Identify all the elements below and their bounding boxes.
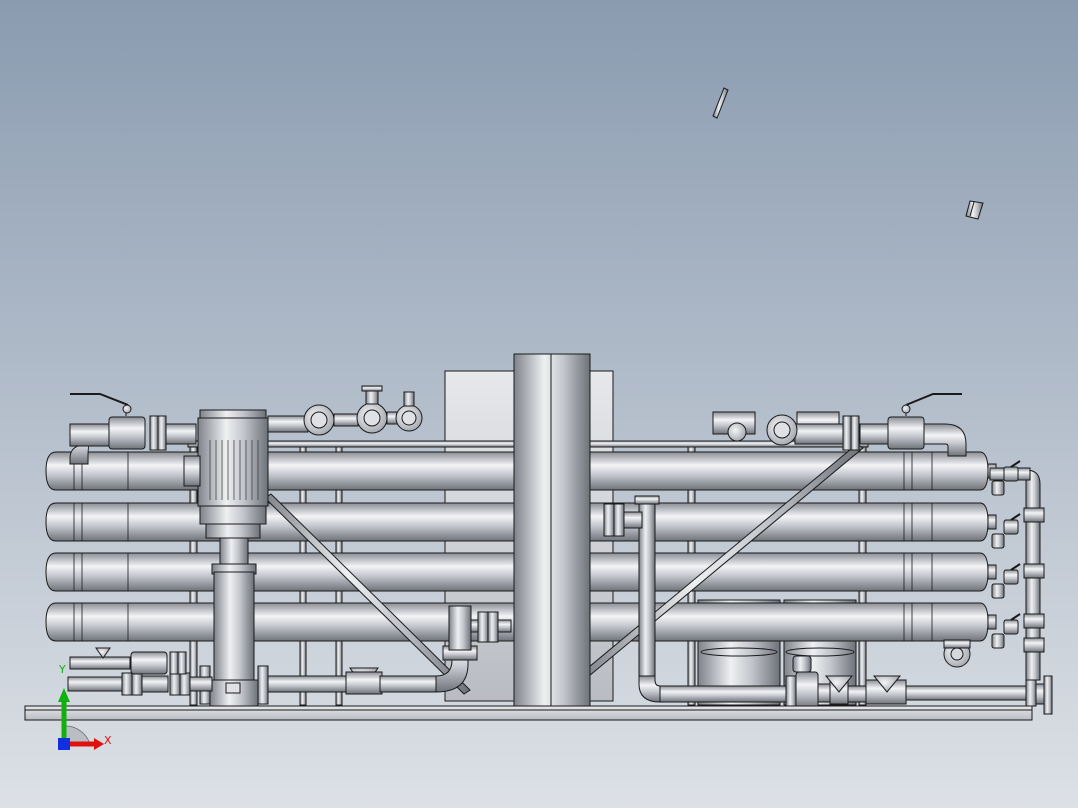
central-vertical-column[interactable] <box>513 353 591 707</box>
model-canvas[interactable]: Y X <box>0 0 1078 808</box>
cad-viewport[interactable]: Y X <box>0 0 1078 808</box>
triad-x-label: X <box>104 734 112 747</box>
skid-base-frame[interactable] <box>24 705 1033 721</box>
triad-y-label: Y <box>58 663 66 676</box>
